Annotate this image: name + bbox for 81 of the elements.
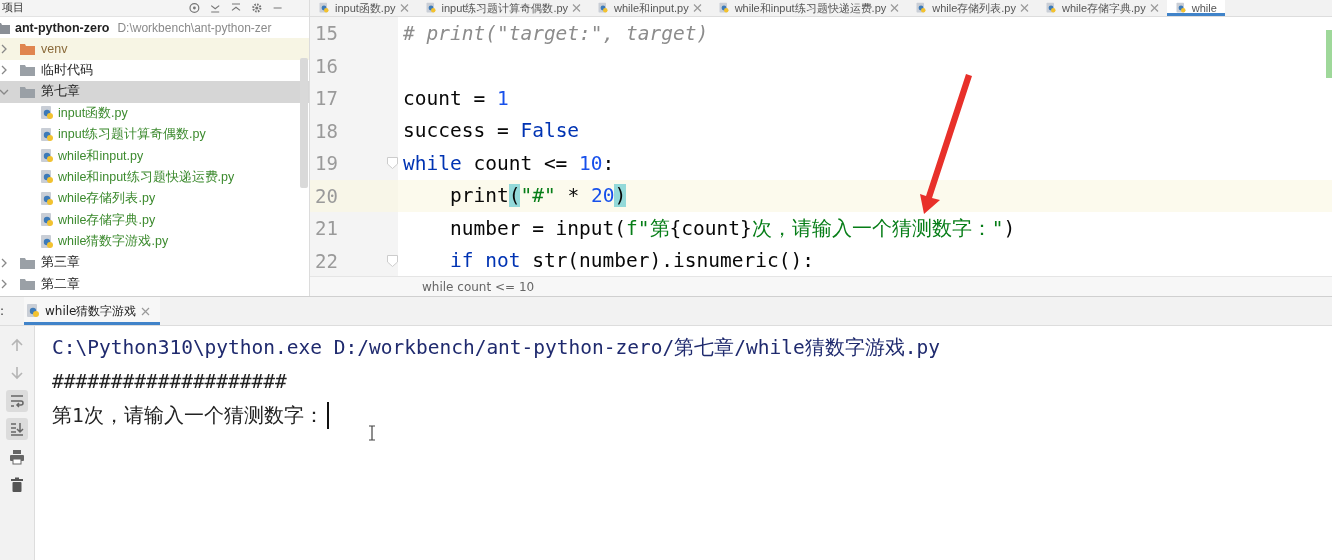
run-tab[interactable]: while猜数字游戏: [24, 297, 161, 325]
folder-icon: [0, 21, 10, 34]
tree-item[interactable]: 第三章: [0, 252, 309, 274]
tree-item[interactable]: while存储列表.py: [0, 188, 309, 210]
tree-item[interactable]: input练习题计算奇偶数.py: [0, 123, 309, 146]
folder-icon: [20, 278, 35, 291]
python-file-icon: [40, 169, 54, 186]
line-number: 17: [315, 87, 339, 110]
code-line: print("#" * 20): [448, 184, 627, 208]
tree-item[interactable]: input函数.py: [0, 102, 309, 124]
scrollbar-thumb[interactable]: [300, 58, 308, 188]
python-file-icon: [317, 2, 331, 14]
tree-item[interactable]: 第二章: [0, 273, 309, 296]
python-file-icon: [40, 233, 54, 250]
text-cursor-icon: [368, 425, 376, 441]
python-file-icon: [40, 105, 54, 122]
python-file-icon: [40, 212, 54, 229]
line-number: 18: [315, 119, 339, 142]
line-number: 15: [315, 22, 339, 45]
breadcrumb[interactable]: while count <= 10: [422, 279, 535, 294]
line-number: 20: [315, 184, 339, 207]
folder-icon: [20, 64, 35, 77]
tree-item[interactable]: ant-python-zero D:\workbench\ant-python-zer: [0, 17, 309, 39]
line-number: 16: [315, 54, 339, 77]
editor-tab[interactable]: while: [1166, 0, 1225, 16]
editor-tab[interactable]: input函数.py: [310, 0, 417, 16]
python-file-icon: [40, 148, 54, 165]
print-icon: [9, 449, 25, 465]
close-icon: [572, 2, 582, 14]
line-number: 22: [315, 249, 339, 272]
close-icon: [890, 2, 900, 14]
folder-icon: [20, 257, 35, 269]
tree-item[interactable]: while猜数字游戏.py: [0, 230, 309, 253]
python-file-icon: [40, 190, 54, 207]
tree-item[interactable]: while存储字典.py: [0, 209, 309, 231]
editor-tab[interactable]: input练习题计算奇偶数.py: [416, 0, 590, 16]
panel-label: :: [0, 304, 6, 318]
close-icon: [141, 306, 151, 316]
line-number: 21: [315, 217, 339, 240]
tree-item[interactable]: 临时代码: [0, 59, 309, 82]
panel-title: 项目: [2, 1, 24, 15]
console-line: C:\Python310\python.exe D:/workbench/ant-python-zero/第七章/while猜数字游戏.py: [52, 334, 940, 361]
folder-icon: [20, 85, 35, 98]
scroll-to-end-button[interactable]: [6, 418, 28, 440]
collapse-all-icon: [230, 2, 242, 14]
python-file-icon: [26, 303, 40, 319]
code-line: if not str(number).isnumeric():: [448, 249, 814, 273]
code-line: # print("target:", target): [403, 21, 709, 45]
settings-icon: [251, 2, 263, 14]
soft-wrap-button[interactable]: [6, 390, 28, 412]
expand-all-icon: [209, 2, 221, 14]
folder-icon: [20, 43, 35, 56]
editor-tab[interactable]: while和input.py: [589, 0, 710, 16]
console-line: ####################: [52, 369, 287, 393]
editor-tab[interactable]: while存储列表.py: [907, 0, 1037, 16]
editor-tab[interactable]: while和input练习题快递运费.py: [709, 0, 908, 16]
locate-icon: [188, 2, 200, 14]
close-icon: [692, 2, 702, 14]
line-number: 19: [315, 152, 339, 175]
console-line: 第1次，请输入一个猜测数字：: [52, 401, 329, 429]
close-icon: [399, 2, 409, 14]
tree-item[interactable]: while和input.py: [0, 145, 309, 167]
code-line: success = False: [403, 119, 580, 143]
arrow-up-icon: [9, 337, 25, 353]
tree-item[interactable]: venv: [0, 38, 309, 60]
inspection-marker: [1326, 30, 1332, 78]
project-path: D:\workbench\ant-python-zer: [117, 20, 272, 35]
code-line: count = 1: [403, 86, 509, 110]
delete-icon: [9, 477, 25, 493]
tree-item[interactable]: 第七章: [0, 81, 309, 103]
code-line: while count <= 10:: [403, 151, 615, 175]
close-icon: [1020, 2, 1029, 14]
arrow-down-icon: [9, 365, 25, 381]
python-file-icon: [40, 126, 54, 143]
editor-tab[interactable]: while存储字典.py: [1037, 0, 1167, 16]
tree-item[interactable]: while和input练习题快递运费.py: [0, 166, 309, 189]
scroll-to-end-icon: [9, 421, 25, 437]
code-line: number = input(f"第{count}次，请输入一个猜测数字："): [448, 215, 1016, 242]
soft-wrap-icon: [9, 393, 25, 409]
close-icon: [1149, 2, 1159, 14]
python-file-icon: [1044, 2, 1058, 14]
